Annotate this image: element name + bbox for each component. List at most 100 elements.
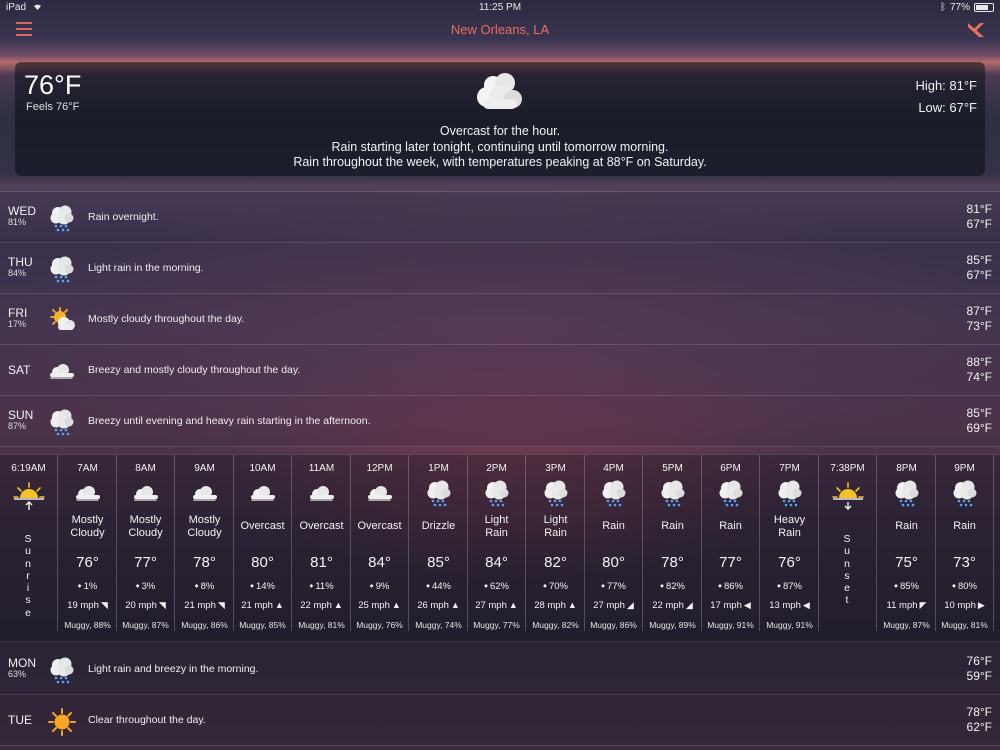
day-row-wed[interactable]: WED 81% Rain overnight. 81°F 67°F	[0, 192, 1000, 243]
hourly-column[interactable]: 3PM Light Rain 82° ⬩ 70% 28 mph ▲ Muggy, 8…	[527, 455, 585, 631]
raindrop-icon: ⬩	[718, 580, 722, 592]
wind-direction-icon: ◀	[802, 600, 810, 610]
raindrop-icon: ⬩	[194, 580, 199, 592]
hour-humidity: Muggy, 81%	[941, 620, 988, 630]
hour-condition: Overcast	[240, 520, 285, 532]
hourly-column[interactable]: 12PM Overcast 84° ⬩ 9% 25 mph ▲ Muggy, 76%	[351, 455, 409, 631]
hourly-column[interactable]: 5PM Rain 78° ⬩ 82% 22 mph ◢ Muggy, 89%	[644, 455, 702, 631]
hour-condition: Light Rain	[484, 514, 509, 539]
wind-direction-icon: ▲	[333, 600, 343, 610]
day-row-fri[interactable]: FRI 17% Mostly cloudy throughout the day…	[0, 294, 1000, 345]
wind-icon	[366, 479, 394, 509]
hour-temp: 85°	[427, 554, 450, 571]
day-precip: 87%	[8, 421, 27, 431]
hour-temp: 82°	[544, 554, 567, 571]
hourly-column[interactable]: 11AM Overcast 81° ⬩ 11% 22 mph ▲ Muggy, 81…	[293, 455, 351, 631]
hour-humidity: Muggy, 89%	[649, 620, 696, 630]
day-low: 73°F	[966, 319, 992, 333]
rain-icon	[893, 479, 921, 509]
day-row-tue[interactable]: TUE Clear throughout the day. 78°F 62°F	[0, 695, 1000, 746]
hour-wind: 28 mph ▲	[534, 600, 577, 611]
day-row-sat[interactable]: SAT Breezy and mostly cloudy throughout …	[0, 345, 1000, 396]
hourly-column[interactable]: 2PM Light Rain 84° ⬩ 62% 27 mph ▲ Muggy, 7…	[468, 455, 526, 631]
rain-icon	[776, 479, 804, 509]
day-summary: Clear throughout the day.	[88, 714, 206, 726]
raindrop-icon: ⬩	[369, 580, 374, 592]
day-high: 85°F	[966, 253, 992, 267]
hourly-column[interactable]: 9AM Mostly Cloudy 78° ⬩ 8% 21 mph ◥ Muggy,…	[176, 455, 234, 631]
hour-precip: ⬩ 77%	[601, 580, 626, 592]
hour-humidity: Muggy, 87%	[883, 620, 930, 630]
hour-humidity: Muggy, 82%	[532, 620, 579, 630]
hourly-column[interactable]: 10AM Overcast 80° ⬩ 14% 21 mph ▲ Muggy, 85…	[234, 455, 292, 631]
high-temp: High: 81°F	[915, 78, 977, 93]
hour-humidity: Muggy, 86%	[181, 620, 228, 630]
current-temp: 76°F	[24, 70, 82, 100]
rain-icon	[659, 479, 687, 509]
hourly-column[interactable]: 8PM Rain 75° ⬩ 85% 11 mph ◤ Muggy, 87%	[878, 455, 936, 631]
day-row-mon[interactable]: MON 63% Light rain and breezy in the mor…	[0, 644, 1000, 695]
hour-wind: 10 mph ▶	[944, 600, 985, 611]
hour-condition: Overcast	[299, 520, 344, 532]
hour-precip: ⬩ 1%	[77, 580, 98, 592]
hour-wind: 22 mph ◢	[652, 600, 693, 611]
rain-icon	[48, 408, 76, 436]
day-summary: Breezy until evening and heavy rain star…	[88, 415, 371, 427]
raindrop-icon: ⬩	[601, 580, 605, 592]
high-low: High: 81°F Low: 67°F	[915, 75, 977, 119]
rain-icon	[48, 656, 76, 684]
raindrop-icon: ⬩	[777, 580, 781, 592]
rain-icon	[542, 479, 570, 509]
hourly-column[interactable]: 8AM Mostly Cloudy 77° ⬩ 3% 20 mph ◥ Muggy,…	[117, 455, 175, 631]
hour-time: 8PM	[896, 463, 917, 474]
hour-condition: Mostly Cloudy	[70, 514, 105, 539]
hour-temp: 73°	[953, 554, 976, 571]
wind-direction-icon: ◀	[743, 600, 751, 610]
hour-condition: Rain	[602, 520, 625, 532]
day-row-thu[interactable]: THU 84% Light rain in the morning. 85°F …	[0, 243, 1000, 294]
hour-humidity: Muggy, 77%	[473, 620, 520, 630]
rain-icon	[717, 479, 745, 509]
hourly-column[interactable]: 6PM Rain 77° ⬩ 86% 17 mph ◀ Muggy, 91%	[702, 455, 760, 631]
hour-wind: 27 mph ◢	[593, 600, 634, 611]
location-title[interactable]: New Orleans, LA	[0, 22, 1000, 37]
hour-condition: Mostly Cloudy	[187, 514, 222, 539]
event-label: Sunset	[843, 533, 852, 607]
hour-temp: 77°	[134, 554, 157, 571]
hourly-column[interactable]: 7PM Heavy Rain 76° ⬩ 87% 13 mph ◀ Muggy, 9…	[761, 455, 819, 631]
day-row-sun[interactable]: SUN 87% Breezy until evening and heavy r…	[0, 396, 1000, 447]
partly-cloudy-icon	[48, 306, 76, 334]
sun-icon	[48, 707, 76, 736]
hour-temp: 84°	[368, 554, 391, 571]
hourly-sunset-column[interactable]: 7:38PM Sunset	[819, 455, 877, 631]
hour-time: 7AM	[77, 463, 98, 474]
hour-temp: 76°	[76, 554, 99, 571]
hour-condition: Heavy Rain	[773, 514, 806, 539]
hour-precip: ⬩ 14%	[250, 580, 275, 592]
day-high: 81°F	[966, 202, 992, 216]
app-logo-icon[interactable]	[966, 20, 986, 40]
day-name: MON	[8, 656, 36, 670]
hour-precip: ⬩ 3%	[135, 580, 156, 592]
wind-direction-icon: ◢	[685, 600, 693, 610]
wind-icon	[308, 479, 336, 509]
wind-icon	[132, 479, 160, 509]
hourly-forecast-strip[interactable]: 6:19AM Sunrise 7AM Mostly Cloudy 76° ⬩ 1%…	[0, 454, 1000, 642]
raindrop-icon: ⬩	[426, 580, 430, 592]
hourly-column[interactable]: 9PM Rain 73° ⬩ 80% 10 mph ▶ Muggy, 81%	[936, 455, 994, 631]
raindrop-icon: ⬩	[135, 580, 140, 592]
hourly-column[interactable]: 4PM Rain 80° ⬩ 77% 27 mph ◢ Muggy, 86%	[585, 455, 643, 631]
hourly-sunrise-column[interactable]: 6:19AM Sunrise	[0, 455, 58, 631]
day-high: 87°F	[966, 304, 992, 318]
forecast-summary: Overcast for the hour. Rain starting lat…	[15, 124, 985, 171]
raindrop-icon: ⬩	[543, 580, 547, 592]
hourly-column[interactable]: 7AM Mostly Cloudy 76° ⬩ 1% 19 mph ◥ Muggy,…	[59, 455, 117, 631]
hour-humidity: Muggy, 81%	[298, 620, 345, 630]
wind-direction-icon: ▲	[450, 600, 460, 610]
hour-precip: ⬩ 9%	[369, 580, 390, 592]
hour-time: 2PM	[486, 463, 507, 474]
wind-direction-icon: ◢	[626, 600, 634, 610]
hour-temp: 77°	[719, 554, 742, 571]
hourly-column[interactable]: 1PM Drizzle 85° ⬩ 44% 26 mph ▲ Muggy, 74%	[410, 455, 468, 631]
summary-line-3: Rain throughout the week, with temperatu…	[293, 155, 707, 169]
